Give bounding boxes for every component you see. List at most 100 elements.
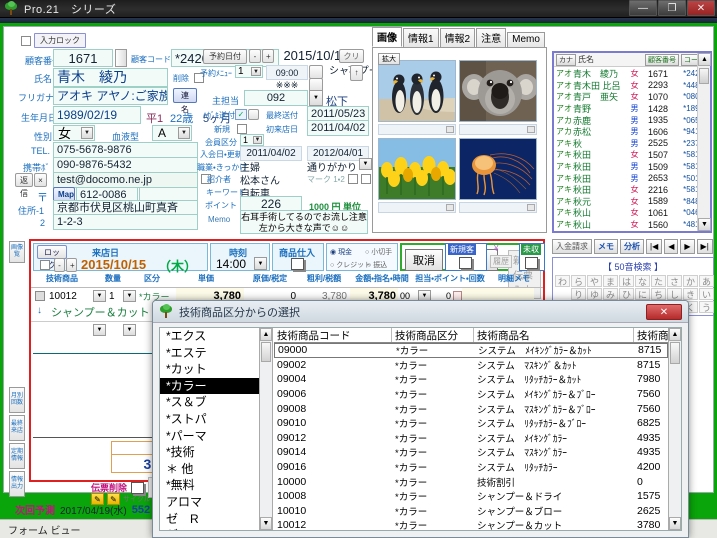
row1-qty-chevron-down-icon[interactable]: ▼ (123, 290, 136, 302)
customer-list-row[interactable]: アキ秋田男1509*5817 (554, 161, 697, 173)
dialog-close-button[interactable]: ✕ (646, 304, 682, 320)
tab-chui[interactable]: 注意 (476, 28, 507, 49)
kana-key-し[interactable]: し (667, 288, 682, 300)
sidebar-item-gazou[interactable]: 画像覧 (9, 241, 25, 263)
close-button[interactable]: ✕ (687, 0, 715, 16)
category-item[interactable]: *ストパ (160, 411, 259, 428)
product-row[interactable]: 09016*カラーシステム ﾘﾀｯﾁｶﾗｰ42000 (274, 460, 668, 475)
table-scroll-thumb[interactable] (670, 342, 680, 364)
sidebar-item-export[interactable]: 情報出力 (9, 471, 25, 497)
kana-key-な[interactable]: な (635, 275, 650, 287)
product-table-scrollbar[interactable]: ▲ ▼ (668, 328, 681, 530)
blood-select[interactable]: A ▼ (152, 125, 192, 141)
customer-list-row[interactable]: アキ秋田男2653*5012 (554, 172, 697, 184)
customer-list-row[interactable]: アオ青戸 亜矢女1070*0803 (554, 91, 697, 103)
postcard-checkbox[interactable]: ✓ (235, 109, 247, 120)
product-row[interactable]: 10012*カラーシャンプー＆カット37800 (274, 518, 668, 530)
kana-key-ひ[interactable]: ひ (619, 288, 634, 300)
row2-product-chevron-down-icon[interactable]: ▼ (93, 323, 106, 336)
photo-caption-2[interactable] (459, 124, 537, 135)
category-item[interactable]: *エクス (160, 328, 259, 345)
tab-joho1[interactable]: 情報1 (403, 28, 439, 47)
product-row[interactable]: 10010*カラーシャンプー＆ブロー26250 (274, 504, 668, 519)
customer-list-row[interactable]: アキ阿久男2097*3985 (554, 230, 697, 231)
th-product-name[interactable]: 技術商品名 (474, 328, 634, 342)
customer-list-row[interactable]: アキ秋山女1560*4819 (554, 219, 697, 231)
category-item[interactable]: ゼ R (160, 511, 259, 528)
chevron-down-icon[interactable]: ▼ (309, 90, 323, 106)
reserve-slot-select[interactable]: 1 ▼ (235, 65, 263, 78)
tab-gazou[interactable]: 画像 (372, 27, 402, 47)
chevron-down-icon[interactable]: ▼ (253, 136, 262, 144)
category-scrollbar[interactable]: ▲ ▼ (260, 328, 273, 530)
minimize-button[interactable]: — (629, 0, 657, 16)
main-staff-code[interactable]: 092 (244, 90, 308, 106)
mail-value[interactable]: test@docomo.ne.jp (53, 172, 198, 188)
photo-tulips[interactable] (378, 138, 456, 200)
mark1-checkbox[interactable] (348, 174, 358, 184)
delete-slip-icon[interactable] (131, 481, 145, 494)
kana-key-き[interactable]: き (683, 288, 698, 300)
kana-key-ら[interactable]: ら (571, 275, 586, 287)
chevron-down-icon[interactable] (446, 126, 454, 133)
product-row[interactable]: 09004*カラーシステム ﾘﾀｯﾁｶﾗｰ＆ｶｯﾄ79800 (274, 372, 668, 387)
kana-key-た[interactable]: た (651, 275, 666, 287)
row1-product-code[interactable]: 10012 (49, 291, 93, 302)
input-lock-label[interactable]: 入力ロック (34, 33, 86, 48)
trigger-value[interactable]: 通りがかり (307, 159, 357, 174)
mail-clear-button[interactable]: × (34, 173, 47, 187)
kana-key-い[interactable]: い (699, 288, 714, 300)
product-row[interactable]: 09008*カラーシステム ﾏｽｷﾝｸﾞｶﾗｰ＆ﾌﾞﾛｰ75600 (274, 401, 668, 416)
reserve-date-button[interactable]: 予約日付 (203, 49, 247, 64)
row1-product-chevron-down-icon[interactable]: ▼ (93, 290, 106, 302)
customer-list-row[interactable]: アキ秋山女1061*0466 (554, 207, 697, 219)
kana-key-ま[interactable]: ま (603, 275, 618, 287)
joint-name-button[interactable]: 連名 (173, 88, 197, 114)
category-scroll-down-icon[interactable]: ▼ (260, 517, 272, 530)
th-product-code[interactable]: 技術商品コード (274, 328, 392, 342)
firstvisit-value[interactable]: 2011/04/02 (307, 120, 369, 136)
category-item[interactable]: *無料 (160, 477, 259, 494)
product-row[interactable]: 09006*カラーシステム ﾒｲｷﾝｸﾞｶﾗｰ＆ﾌﾞﾛｰ75600 (274, 387, 668, 402)
customer-list-row[interactable]: アオ青野男1428*1894 (554, 103, 697, 115)
sidebar-item-monthly[interactable]: 月別回数 (9, 387, 25, 413)
product-row[interactable]: 09000*カラーシステム ﾒｲｷﾝｸﾞｶﾗｰ＆ｶｯﾄ87150 (274, 343, 668, 358)
sidebar-item-regular[interactable]: 定期情報 (9, 443, 25, 469)
customer-list-row[interactable]: アカ赤松男1606*9410 (554, 126, 697, 138)
last-record-button[interactable]: ▶| (696, 239, 713, 254)
pay-check-radio[interactable]: ○ 小切手 (365, 247, 392, 257)
analysis-button[interactable]: 分析 (620, 239, 644, 254)
birthdate-value[interactable]: 1989/02/19 (53, 106, 141, 124)
cancel-button[interactable]: 取消 (405, 249, 443, 271)
kana-key-に[interactable]: に (635, 288, 650, 300)
customer-kana-value[interactable]: アオキ アヤノ:ご家族 (53, 87, 168, 105)
mail-reply-button[interactable]: 返信 (15, 173, 33, 198)
kana-key-ゆ[interactable]: ゆ (587, 288, 602, 300)
maximize-button[interactable]: ❐ (658, 0, 686, 16)
category-list[interactable]: *エクス *エステ *カット *カラー *ス＆ブ *ストパ *パーマ *技術＊ 他 *無料 アロマ… (160, 328, 260, 530)
photo-caption-1[interactable] (378, 124, 456, 135)
customer-list-scrollbar[interactable]: ▲ ▼ (697, 53, 711, 231)
scroll-down-icon[interactable]: ▼ (698, 218, 711, 231)
category-item[interactable]: *ス＆ブ (160, 394, 259, 411)
table-scroll-up-icon[interactable]: ▲ (669, 328, 681, 341)
address2-value[interactable]: 1-2-3 (53, 214, 198, 230)
category-item[interactable]: *カラー (160, 377, 259, 395)
product-row[interactable]: 09010*カラーシステム ﾘﾀｯﾁｶﾗｰ＆ﾌﾞﾛｰ68250 (274, 416, 668, 431)
visit-date-minus[interactable]: - (54, 258, 65, 272)
reserve-date-plus[interactable]: + (262, 49, 274, 63)
sex-select[interactable]: 女 ▼ (53, 125, 95, 141)
table-scroll-down-icon[interactable]: ▼ (669, 517, 681, 530)
customer-list-row[interactable]: アオ青木 綾乃女1671*2420 (554, 68, 697, 80)
photo-jellyfish[interactable] (459, 138, 537, 200)
pay-credit-radio[interactable]: ○ クレジット (330, 260, 371, 270)
product-row[interactable]: 10008*カラーシャンプー＆ドライ15750 (274, 489, 668, 504)
category-item[interactable]: ゼ S (160, 527, 259, 530)
category-item[interactable]: *パーマ (160, 428, 259, 445)
chevron-down-icon[interactable]: ▼ (178, 127, 190, 139)
chevron-down-icon[interactable]: ▼ (251, 67, 261, 76)
category-item[interactable]: アロマ (160, 494, 259, 511)
th-product-price[interactable]: 技術商品単価 (634, 328, 668, 342)
kana-key-あ[interactable]: あ (699, 275, 714, 287)
tab-joho2[interactable]: 情報2 (439, 28, 476, 47)
